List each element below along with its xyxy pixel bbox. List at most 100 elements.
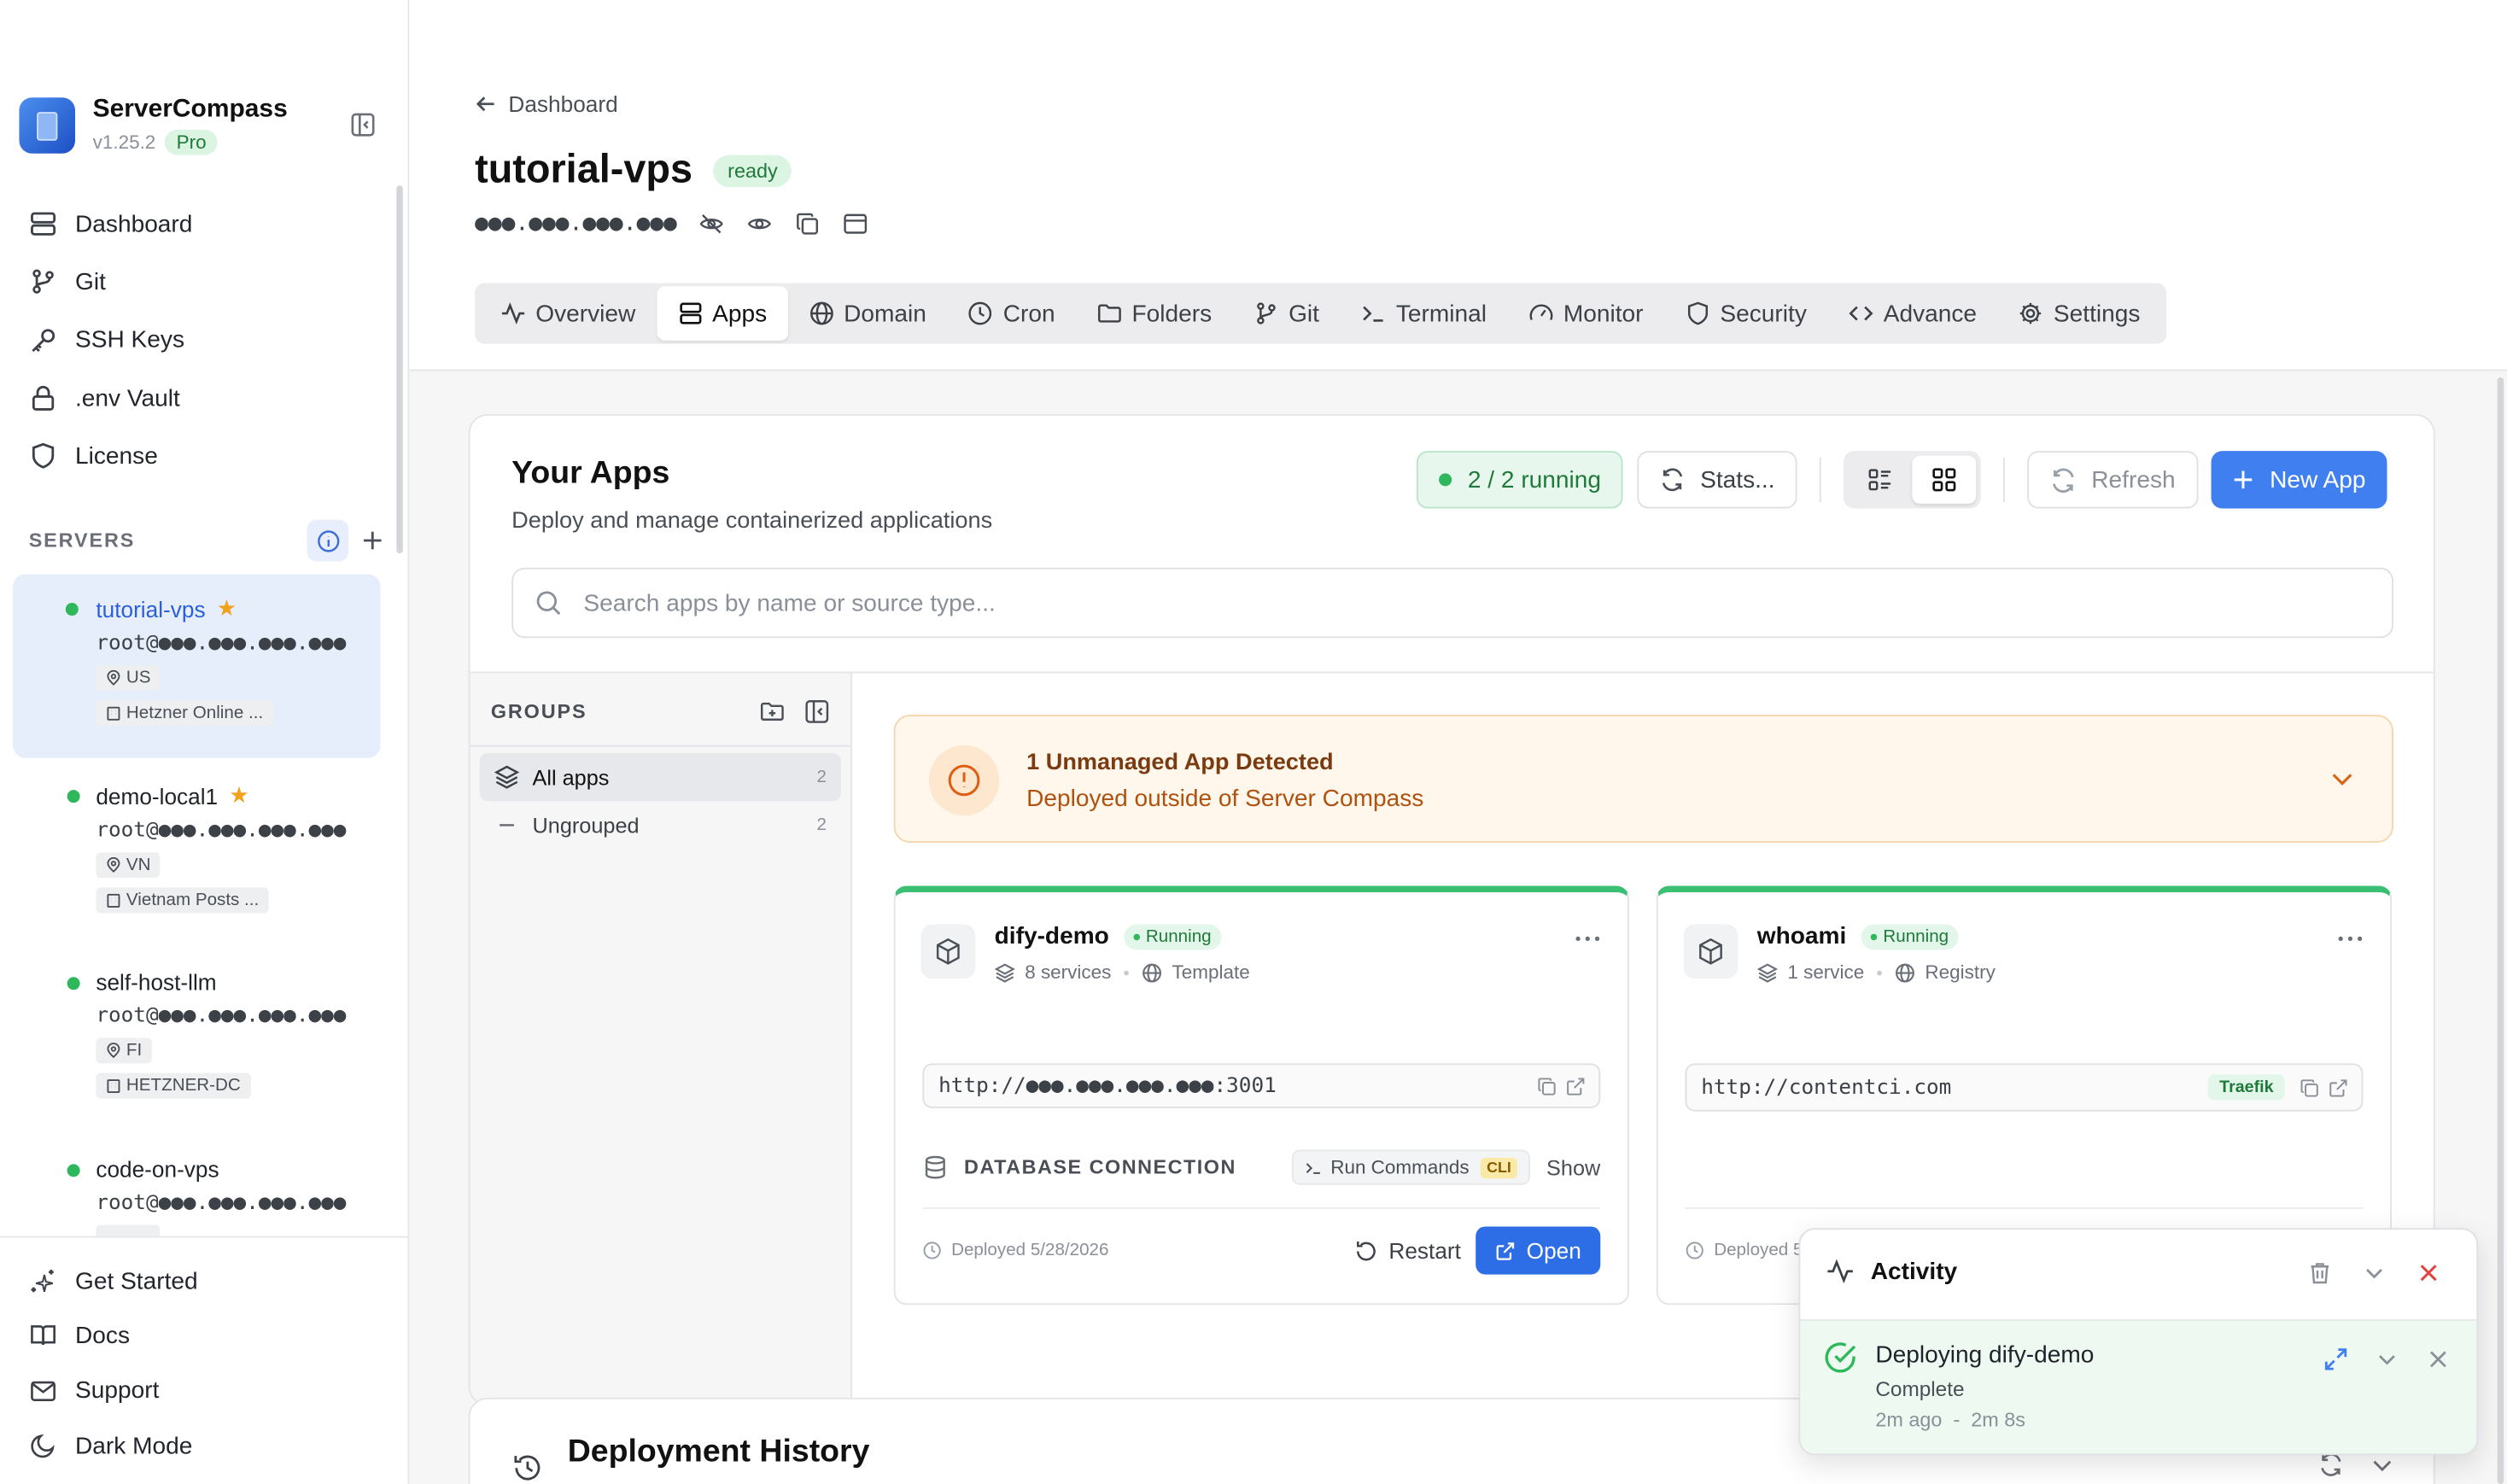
search-input[interactable]: Search apps by name or source type... bbox=[511, 567, 2393, 639]
tab-settings[interactable]: Settings bbox=[1997, 286, 2160, 341]
activity-item-status: Complete bbox=[1875, 1376, 1965, 1401]
open-button[interactable]: Open bbox=[1475, 1226, 1601, 1275]
group-all-apps[interactable]: All apps 2 bbox=[479, 753, 841, 802]
app-url[interactable]: http://●●●.●●●.●●●.●●●:3001 bbox=[922, 1063, 1601, 1108]
refresh-button[interactable]: Refresh bbox=[2027, 451, 2198, 509]
brand: ServerCompass v1.25.2 Pro bbox=[19, 96, 288, 155]
trash-icon[interactable] bbox=[2307, 1260, 2333, 1286]
copy-icon[interactable] bbox=[1536, 1075, 1557, 1095]
map-pin-icon bbox=[107, 669, 120, 686]
more-icon[interactable] bbox=[1575, 936, 1600, 942]
tab-git[interactable]: Git bbox=[1233, 286, 1341, 341]
copy-icon[interactable] bbox=[795, 211, 821, 237]
nav-item-docs[interactable]: Docs bbox=[29, 1309, 408, 1364]
server-item-code-on-vps[interactable]: code-on-vps root@●●●.●●●.●●●.●●● bbox=[13, 1136, 381, 1236]
info-button[interactable] bbox=[307, 519, 349, 562]
unmanaged-alert[interactable]: 1 Unmanaged App Detected Deployed outsid… bbox=[893, 715, 2393, 843]
app-url[interactable]: http://contentci.com Traefik bbox=[1685, 1063, 2364, 1112]
tab-advance[interactable]: Advance bbox=[1827, 286, 1997, 341]
group-ungrouped[interactable]: Ungrouped 2 bbox=[480, 801, 841, 849]
stats-button[interactable]: Stats... bbox=[1638, 451, 1797, 509]
close-icon[interactable] bbox=[2425, 1347, 2451, 1372]
grid-icon bbox=[1932, 468, 1956, 492]
terminal-icon bbox=[1306, 1162, 1321, 1173]
nav-item-license[interactable]: License bbox=[29, 427, 193, 485]
sidebar-scrollbar[interactable] bbox=[396, 185, 403, 553]
list-view-button[interactable] bbox=[1849, 456, 1913, 504]
add-server-icon[interactable] bbox=[361, 529, 383, 552]
folder-plus-icon[interactable] bbox=[759, 698, 785, 724]
chevron-down-icon[interactable] bbox=[2370, 1452, 2395, 1478]
nav-item-ssh-keys[interactable]: SSH Keys bbox=[29, 311, 193, 369]
running-count-badge: 2 / 2 running bbox=[1416, 451, 1624, 509]
book-icon bbox=[31, 1325, 56, 1347]
back-link[interactable]: Dashboard bbox=[475, 91, 618, 117]
close-icon[interactable] bbox=[2416, 1260, 2441, 1286]
refresh-icon[interactable] bbox=[2318, 1452, 2344, 1478]
globe-icon bbox=[1896, 962, 1914, 982]
restart-button[interactable]: Restart bbox=[1353, 1238, 1461, 1264]
new-app-button[interactable]: New App bbox=[2210, 451, 2387, 509]
region-badge: US bbox=[96, 665, 161, 692]
tab-apps[interactable]: Apps bbox=[656, 286, 788, 341]
nav-item-label: Dashboard bbox=[75, 210, 193, 238]
nav-item-label: License bbox=[75, 442, 158, 470]
tab-folders[interactable]: Folders bbox=[1076, 286, 1233, 341]
show-button[interactable]: Show bbox=[1546, 1155, 1600, 1179]
nav-item-support[interactable]: Support bbox=[29, 1364, 408, 1418]
status-dot bbox=[65, 603, 79, 616]
copy-icon[interactable] bbox=[2300, 1077, 2320, 1097]
tab-overview[interactable]: Overview bbox=[480, 286, 657, 341]
activity-item[interactable]: Deploying dify-demo Complete 2m ago - 2m… bbox=[1800, 1320, 2477, 1454]
plus-icon bbox=[2233, 470, 2252, 489]
browser-icon[interactable] bbox=[844, 211, 869, 237]
eye-icon[interactable] bbox=[747, 211, 773, 237]
provider-badge: Hetzner Online ... bbox=[96, 700, 273, 727]
eye-off-icon[interactable] bbox=[699, 211, 725, 237]
chevron-down-icon[interactable] bbox=[2375, 1347, 2400, 1372]
app-card-dify-demo: dify-demo Running 8 services Template htt… bbox=[893, 885, 1629, 1306]
history-icon bbox=[514, 1455, 541, 1481]
panel-collapse-icon[interactable] bbox=[804, 698, 830, 724]
run-commands-button[interactable]: Run Commands CLI bbox=[1292, 1149, 1531, 1185]
server-item-demo-local1[interactable]: demo-local1 ★ root@●●●.●●●.●●●.●●● VN Vie… bbox=[13, 761, 381, 948]
tab-terminal[interactable]: Terminal bbox=[1340, 286, 1507, 341]
alert-icon bbox=[928, 745, 1000, 816]
rotate-icon bbox=[1356, 1241, 1376, 1260]
tab-domain[interactable]: Domain bbox=[788, 286, 948, 341]
alert-subtitle: Deployed outside of Server Compass bbox=[1026, 785, 1424, 813]
gear-icon bbox=[2020, 302, 2042, 324]
provider-badge: Vietnam Posts ... bbox=[96, 887, 269, 914]
git-branch-icon bbox=[32, 270, 54, 295]
provider-badge: HETZNER-DC bbox=[96, 1072, 251, 1099]
content-scrollbar[interactable] bbox=[2497, 377, 2504, 1484]
chevron-down-icon[interactable] bbox=[2362, 1260, 2387, 1286]
nav-item-get-started[interactable]: Get Started bbox=[29, 1253, 408, 1308]
mail-icon bbox=[31, 1381, 56, 1401]
version-label: v1.25.2 bbox=[92, 131, 156, 154]
servers-header: SERVERS bbox=[29, 519, 384, 562]
sidebar-collapse-icon[interactable] bbox=[350, 112, 376, 137]
expand-icon[interactable] bbox=[2323, 1347, 2349, 1372]
app-name: whoami bbox=[1756, 922, 1847, 950]
tab-monitor[interactable]: Monitor bbox=[1507, 286, 1664, 341]
star-icon[interactable]: ★ bbox=[229, 782, 249, 809]
nav-item-dashboard[interactable]: Dashboard bbox=[29, 195, 193, 253]
activity-item-time: 2m ago - 2m 8s bbox=[1875, 1408, 2026, 1432]
tab-security[interactable]: Security bbox=[1664, 286, 1827, 341]
nav-item-git[interactable]: Git bbox=[29, 253, 193, 311]
tab-cron[interactable]: Cron bbox=[947, 286, 1076, 341]
external-link-icon[interactable] bbox=[1565, 1075, 1586, 1095]
server-item-tutorial-vps[interactable]: tutorial-vps ★ root@●●●.●●●.●●●.●●● US He… bbox=[12, 574, 381, 758]
refresh-icon bbox=[1663, 468, 1683, 492]
chevron-down-icon[interactable] bbox=[2328, 764, 2357, 793]
nav-item-label: SSH Keys bbox=[75, 326, 184, 354]
star-icon[interactable]: ★ bbox=[217, 595, 237, 622]
nav-item-env-vault[interactable]: .env Vault bbox=[29, 369, 193, 427]
status-dot bbox=[67, 977, 80, 990]
nav-item-dark-mode[interactable]: Dark Mode bbox=[29, 1418, 408, 1473]
more-icon[interactable] bbox=[2337, 936, 2363, 942]
server-item-self-host-llm[interactable]: self-host-llm root@●●●.●●●.●●●.●●● FI HE… bbox=[13, 949, 381, 1136]
external-link-icon[interactable] bbox=[2328, 1077, 2348, 1097]
grid-view-button[interactable] bbox=[1912, 455, 1977, 504]
